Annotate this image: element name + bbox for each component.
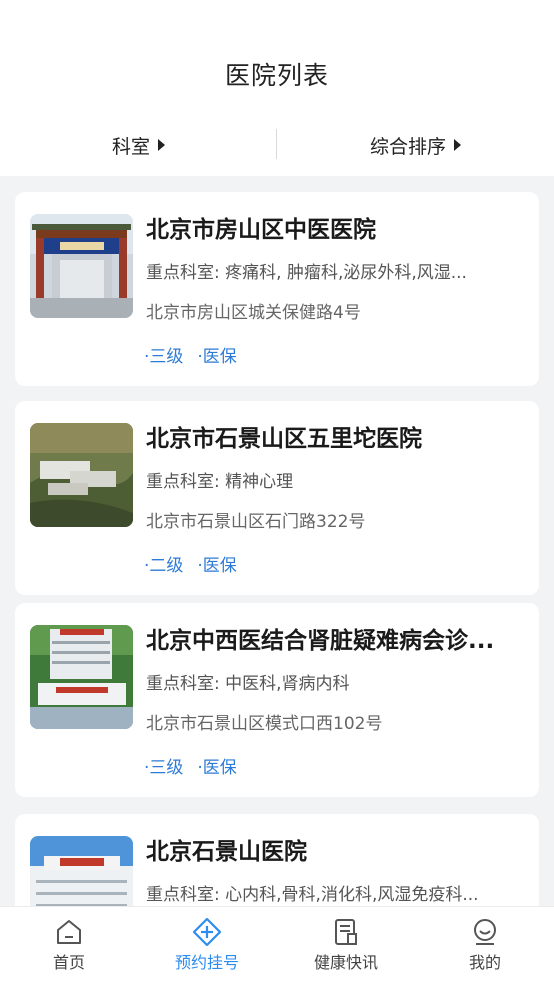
- home-icon: [57, 920, 81, 944]
- hospital-thumbnail: [30, 625, 133, 729]
- hospital-departments: 重点科室: 中医科,肾病内科: [146, 674, 350, 694]
- sort-filter-label: 综合排序: [370, 135, 447, 158]
- level-tag: ·三级: [144, 347, 184, 367]
- filter-divider: [276, 129, 277, 159]
- tab-profile-label: 我的: [468, 953, 501, 972]
- insurance-tag: ·医保: [197, 347, 237, 367]
- hospital-departments: 重点科室: 疼痛科, 肿瘤科,泌尿外科,风湿...: [146, 263, 467, 283]
- tab-profile[interactable]: 我的: [416, 907, 554, 984]
- register-icon: [192, 917, 222, 947]
- caret-right-icon: [158, 139, 166, 151]
- insurance-tag: ·医保: [197, 556, 237, 576]
- department-filter[interactable]: 科室: [112, 124, 166, 166]
- caret-right-icon: [454, 139, 462, 151]
- hospital-name: 北京市房山区中医医院: [146, 217, 376, 243]
- level-tag: ·三级: [144, 758, 184, 778]
- tab-news[interactable]: 健康快讯: [277, 907, 415, 984]
- bottom-tab-bar: 首页 预约挂号 健康快讯 我的: [0, 906, 554, 984]
- hospital-card[interactable]: 北京中西医结合肾脏疑难病会诊... 重点科室: 中医科,肾病内科 北京市石景山区…: [15, 603, 539, 797]
- hospital-address: 北京市石景山区石门路322号: [146, 512, 366, 532]
- hospital-name: 北京市石景山区五里坨医院: [146, 426, 422, 452]
- hospital-thumbnail: [30, 214, 133, 318]
- hospital-card[interactable]: 北京市石景山区五里坨医院 重点科室: 精神心理 北京市石景山区石门路322号 ·…: [15, 401, 539, 595]
- hospital-tags: ·三级 ·医保: [144, 753, 237, 778]
- hospital-address: 北京市石景山区模式口西102号: [146, 714, 383, 734]
- filter-bar: 科室 综合排序: [0, 124, 554, 166]
- page-title: 医院列表: [224, 61, 329, 90]
- tab-register-label: 预约挂号: [174, 953, 239, 972]
- tab-register[interactable]: 预约挂号: [138, 907, 276, 984]
- hospital-name: 北京中西医结合肾脏疑难病会诊...: [146, 628, 495, 654]
- level-tag: ·二级: [144, 556, 184, 576]
- header: 医院列表 科室 综合排序: [0, 0, 554, 176]
- tab-news-label: 健康快讯: [313, 953, 378, 972]
- sort-filter[interactable]: 综合排序: [370, 124, 462, 166]
- department-filter-label: 科室: [112, 135, 151, 158]
- hospital-address: 北京市房山区城关保健路4号: [146, 303, 361, 323]
- profile-icon: [474, 919, 496, 945]
- insurance-tag: ·医保: [197, 758, 237, 778]
- hospital-departments: 重点科室: 精神心理: [146, 472, 294, 492]
- hospital-name: 北京石景山医院: [146, 839, 307, 865]
- hospital-departments: 重点科室: 心内科,骨科,消化科,风湿免疫科...: [146, 885, 479, 905]
- tab-home-label: 首页: [52, 953, 85, 972]
- hospital-tags: ·二级 ·医保: [144, 551, 237, 576]
- hospital-thumbnail: [30, 423, 133, 527]
- tab-home[interactable]: 首页: [0, 907, 138, 984]
- news-icon: [335, 919, 357, 945]
- hospital-tags: ·三级 ·医保: [144, 342, 237, 367]
- hospital-card[interactable]: 北京市房山区中医医院 重点科室: 疼痛科, 肿瘤科,泌尿外科,风湿... 北京市…: [15, 192, 539, 386]
